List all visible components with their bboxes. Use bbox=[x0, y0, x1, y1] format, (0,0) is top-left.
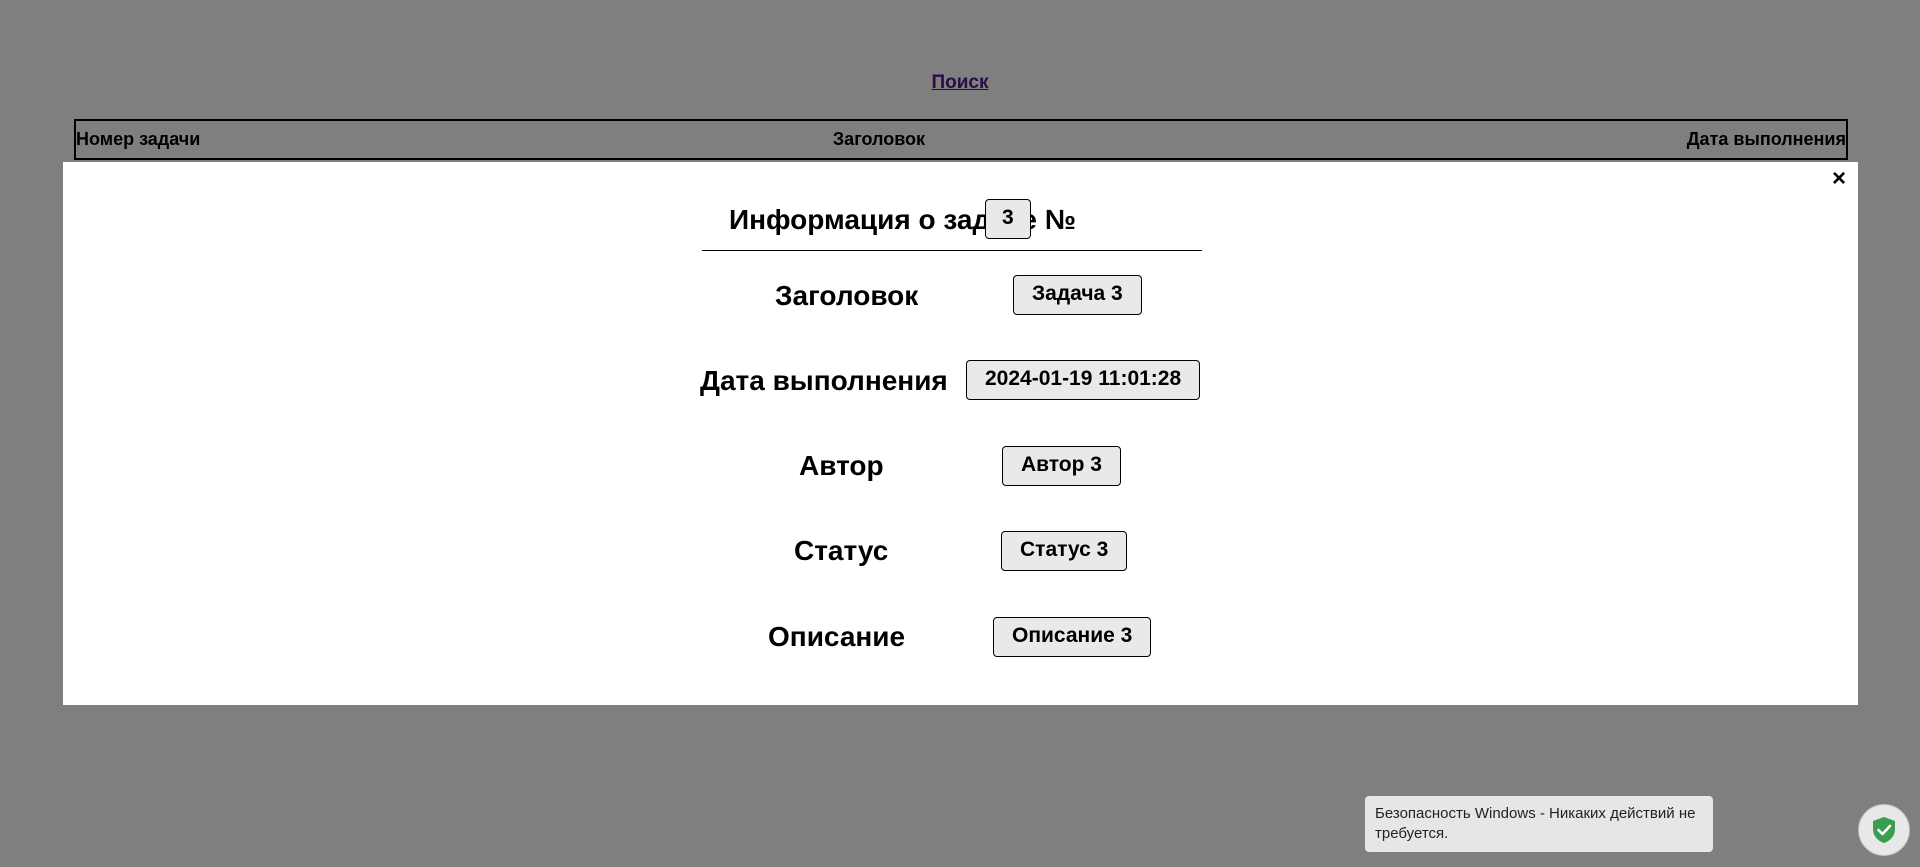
field-value-due-date: 2024-01-19 11:01:28 bbox=[966, 360, 1201, 400]
task-info-modal: × Информация о задаче № 3 Заголовок Зада… bbox=[63, 162, 1858, 705]
task-number-value: 3 bbox=[985, 199, 1031, 239]
field-value-author: Автор 3 bbox=[1002, 446, 1121, 486]
field-value-title: Задача 3 bbox=[1013, 275, 1142, 315]
field-label-status: Статус bbox=[794, 535, 889, 566]
field-label-due-date: Дата выполнения bbox=[700, 365, 948, 396]
field-value-description: Описание 3 bbox=[993, 617, 1152, 657]
close-icon[interactable]: × bbox=[1828, 164, 1850, 194]
windows-security-toast[interactable]: Безопасность Windows - Никаких действий … bbox=[1365, 796, 1713, 852]
field-label-description: Описание bbox=[768, 621, 906, 652]
shield-check-icon[interactable] bbox=[1858, 804, 1910, 856]
field-value-status: Статус 3 bbox=[1001, 531, 1128, 571]
field-label-title: Заголовок bbox=[775, 280, 919, 311]
field-label-author: Автор bbox=[799, 450, 884, 481]
toast-text: Безопасность Windows - Никаких действий … bbox=[1375, 805, 1696, 842]
modal-header: Информация о задаче № 3 bbox=[702, 198, 1202, 251]
